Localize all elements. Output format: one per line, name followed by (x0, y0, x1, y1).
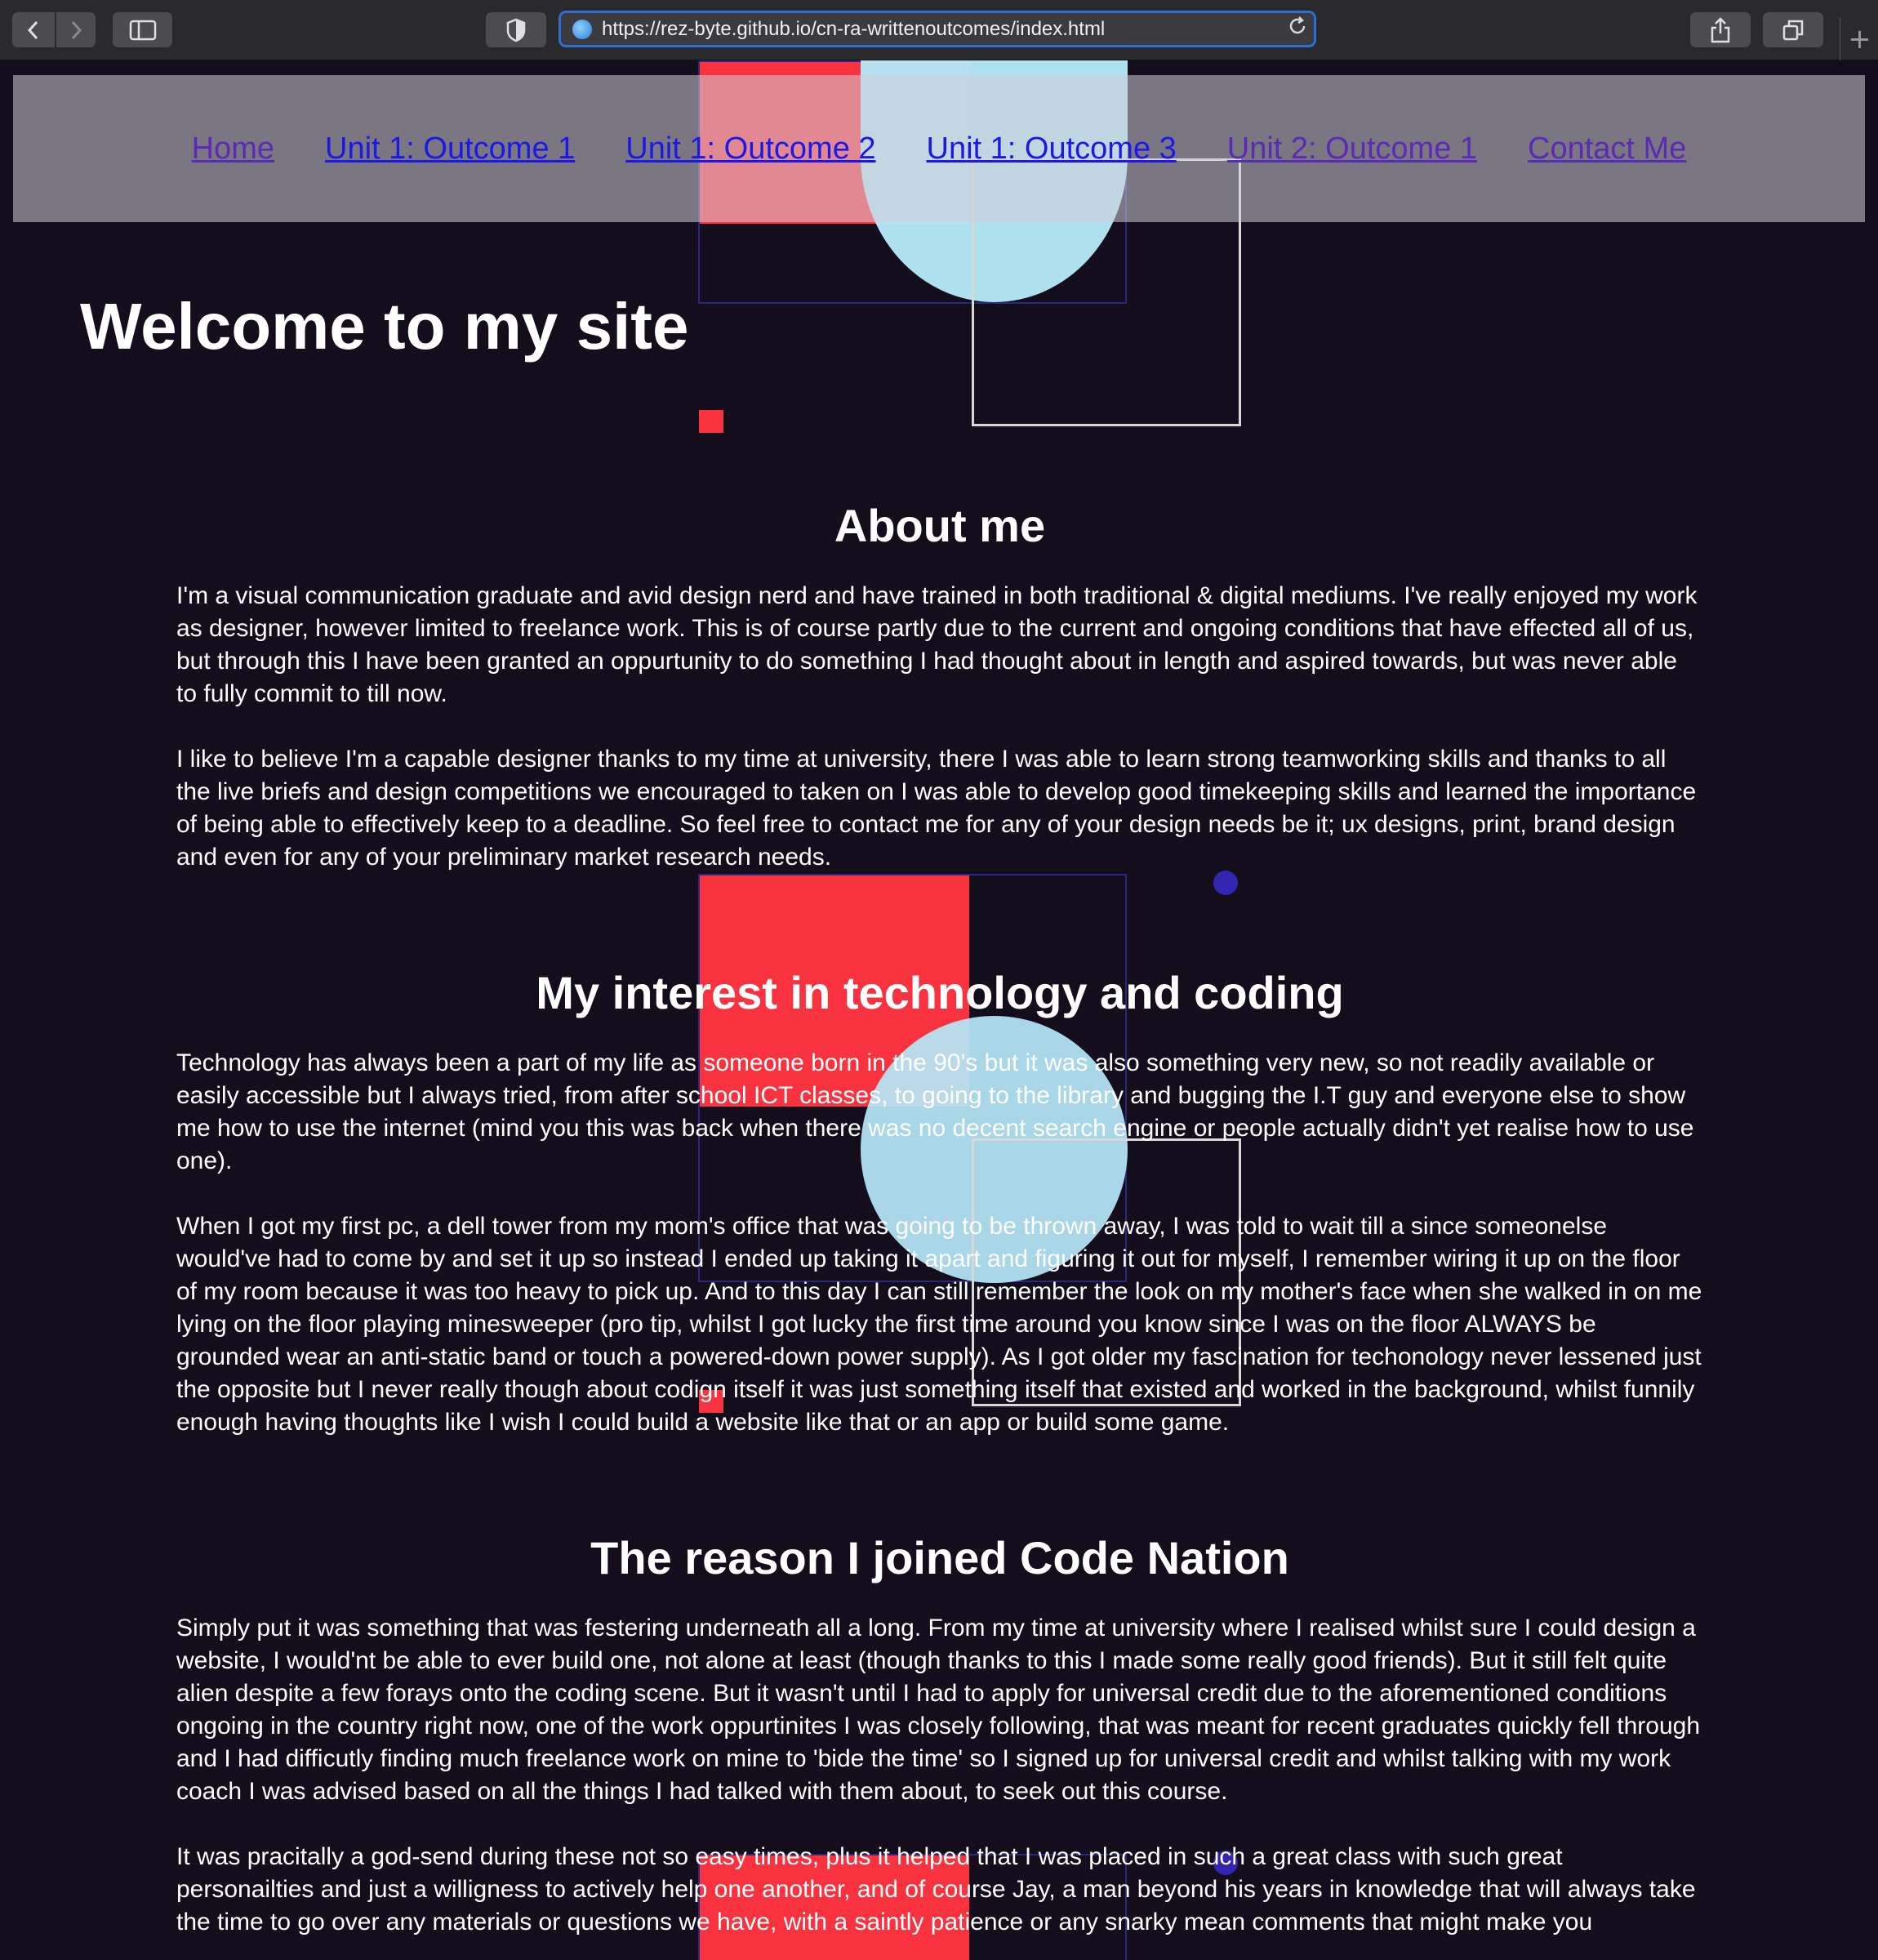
main-content: About me I'm a visual communication grad… (176, 493, 1703, 1960)
paragraph: I'm a visual communication graduate and … (176, 582, 1698, 707)
globe-icon (572, 19, 592, 39)
new-tab-button[interactable]: + (1840, 18, 1878, 60)
section-interest-in-technology: My interest in technology and coding Tec… (176, 960, 1703, 1439)
share-button[interactable] (1690, 12, 1751, 47)
forward-button[interactable] (56, 12, 96, 47)
chevron-left-icon (27, 20, 38, 39)
nav-link-unit1-outcome2[interactable]: Unit 1: Outcome 2 (625, 131, 875, 167)
paragraph: I like to believe I'm a capable designer… (176, 746, 1697, 871)
url-text[interactable]: https://rez-byte.github.io/cn-ra-written… (602, 18, 1281, 41)
nav-link-unit2-outcome1[interactable]: Unit 2: Outcome 1 (1227, 131, 1477, 167)
paragraph: Technology has always been a part of my … (176, 1049, 1694, 1174)
section-title: The reason I joined Code Nation (590, 1532, 1289, 1584)
nav-link-contact-me[interactable]: Contact Me (1528, 131, 1686, 167)
paragraph: It was pracitally a god-send during thes… (176, 1843, 1696, 1936)
nav-links: Home Unit 1: Outcome 1 Unit 1: Outcome 2… (13, 75, 1865, 222)
shield-icon (506, 18, 526, 42)
share-icon (1711, 16, 1730, 42)
browser-toolbar: https://rez-byte.github.io/cn-ra-written… (0, 0, 1878, 60)
web-page: Home Unit 1: Outcome 1 Unit 1: Outcome 2… (0, 60, 1878, 1960)
plus-icon: + (1848, 23, 1871, 56)
paragraph: When I got my first pc, a dell tower fro… (176, 1213, 1702, 1436)
decorative-red-square-small (699, 410, 723, 433)
sidebar-toggle-button[interactable] (113, 12, 172, 47)
tab-overview-button[interactable] (1763, 12, 1823, 47)
reload-button[interactable] (1281, 16, 1314, 42)
nav-link-home[interactable]: Home (192, 131, 274, 167)
section-about-me: About me I'm a visual communication grad… (176, 493, 1703, 874)
chevron-right-icon (71, 20, 82, 39)
page-title: Welcome to my site (80, 290, 689, 363)
section-title: About me (834, 500, 1046, 551)
address-bar[interactable]: https://rez-byte.github.io/cn-ra-written… (559, 11, 1316, 47)
privacy-report-button[interactable] (486, 12, 546, 47)
section-reason-joined-code-nation: The reason I joined Code Nation Simply p… (176, 1526, 1703, 1939)
nav-link-unit1-outcome3[interactable]: Unit 1: Outcome 3 (927, 131, 1177, 167)
reload-icon (1289, 16, 1306, 34)
navigation-bar: Home Unit 1: Outcome 1 Unit 1: Outcome 2… (13, 75, 1865, 222)
section-title: My interest in technology and coding (536, 967, 1344, 1018)
tabs-overview-icon (1782, 20, 1804, 40)
nav-link-unit1-outcome1[interactable]: Unit 1: Outcome 1 (325, 131, 575, 167)
sidebar-icon (129, 20, 156, 40)
back-button[interactable] (12, 12, 55, 47)
paragraph: Simply put it was something that was fes… (176, 1615, 1701, 1805)
